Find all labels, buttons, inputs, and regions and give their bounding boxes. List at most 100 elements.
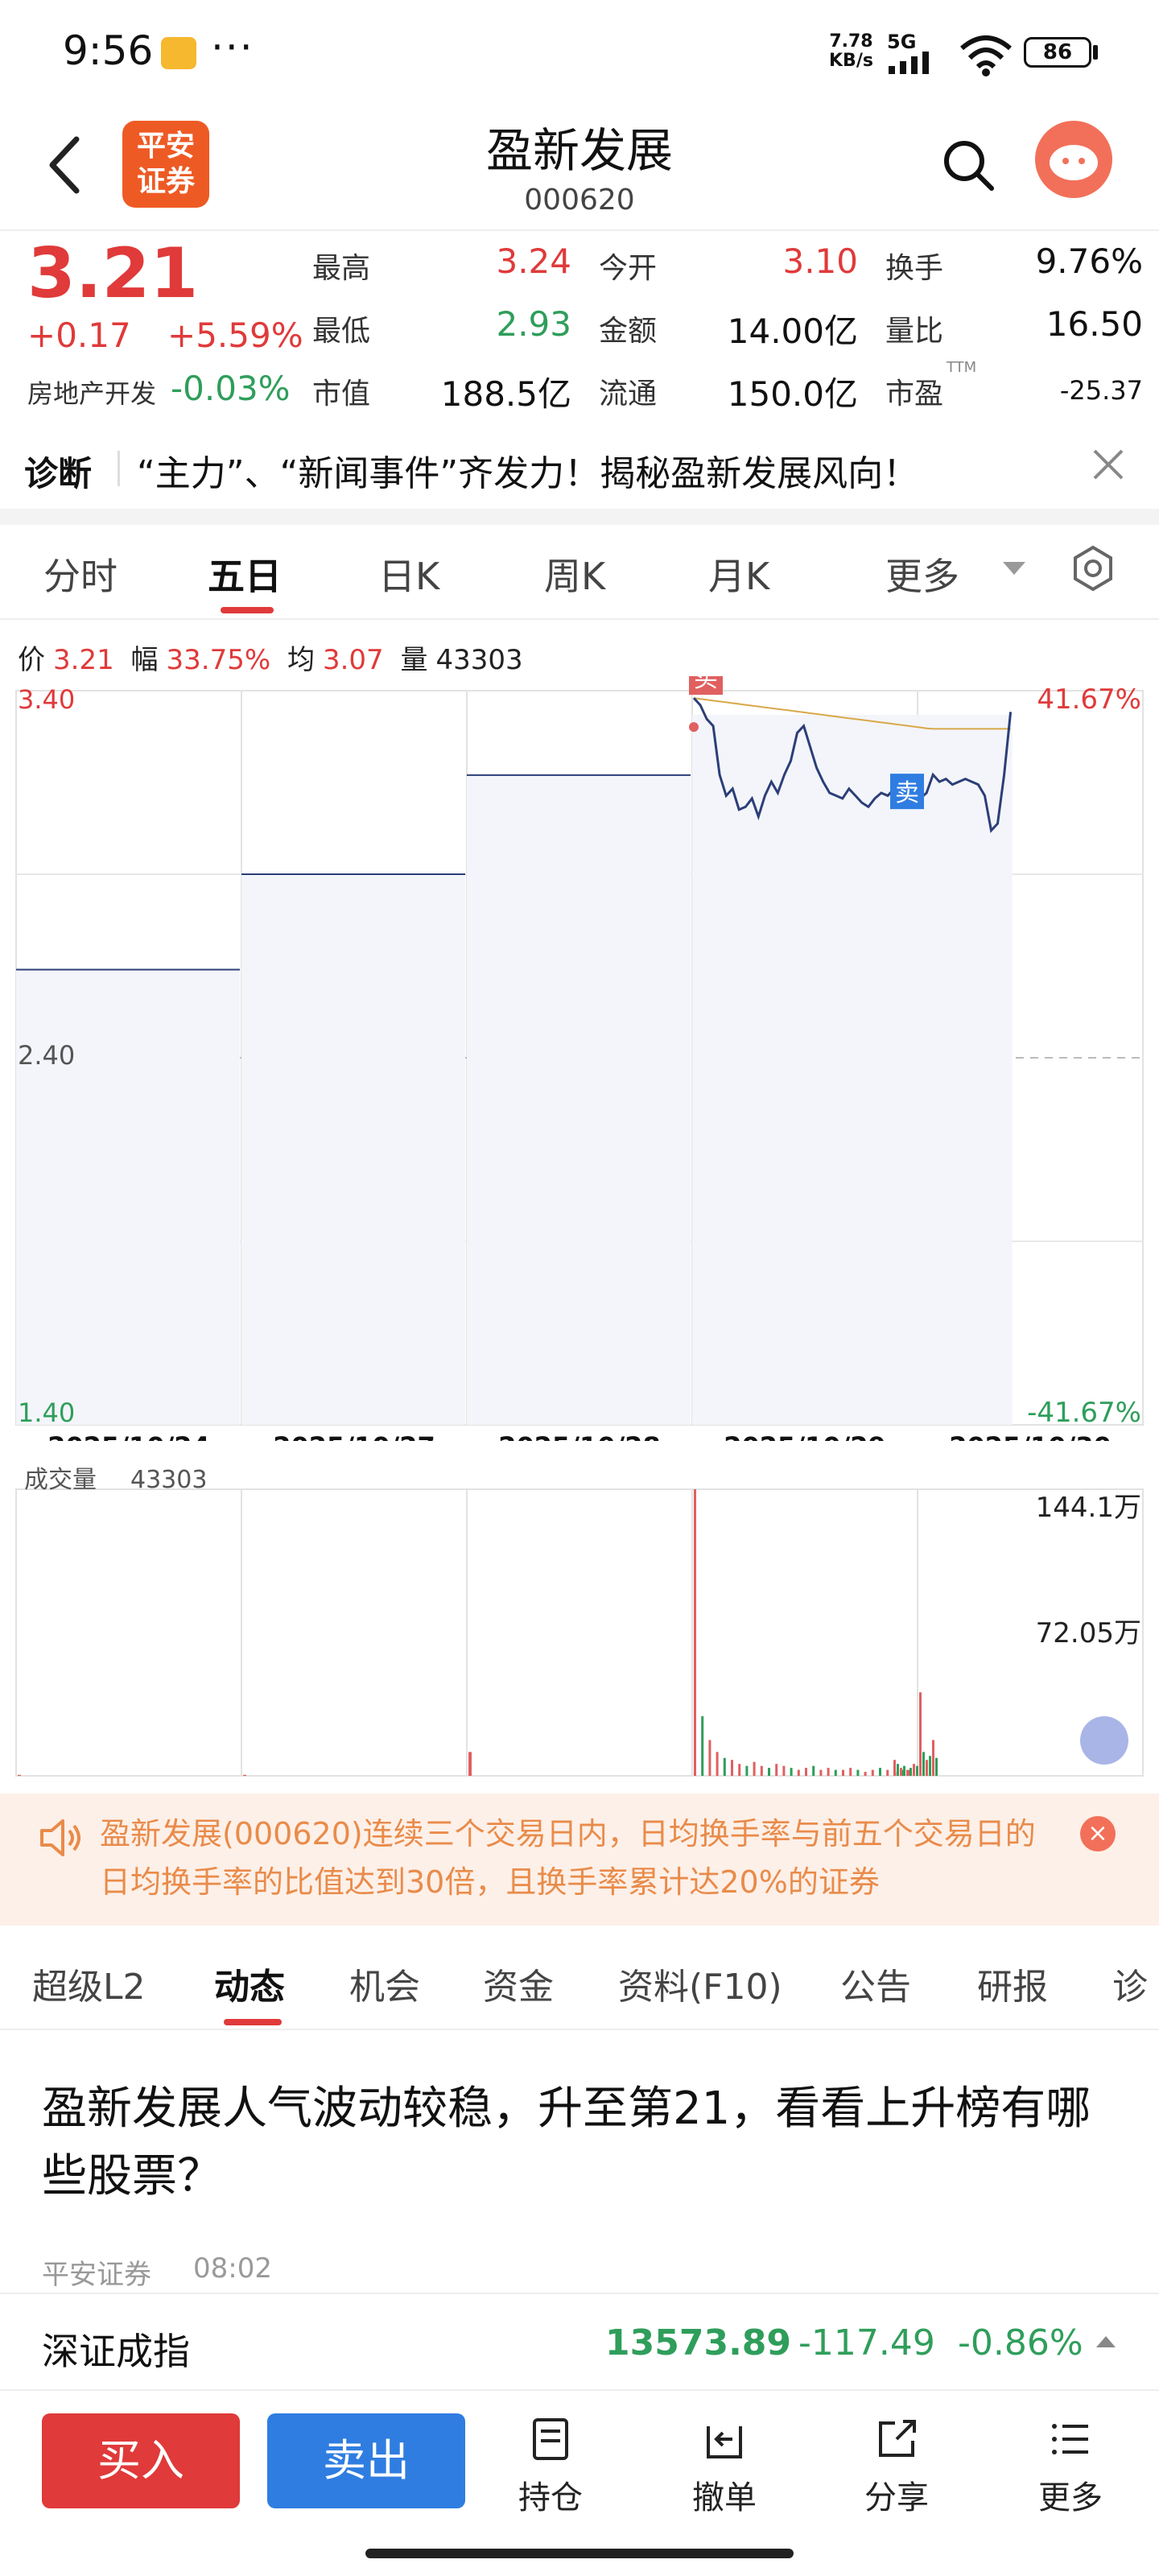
volume-bar <box>18 1774 21 1776</box>
holdings-icon <box>533 2418 568 2460</box>
info-amp: 33.75% <box>166 644 271 676</box>
area-fill-active <box>692 715 1013 1425</box>
volume-value: 43303 <box>130 1466 207 1494</box>
y-tick-label: 2.40 <box>18 1040 75 1071</box>
volume-bar <box>929 1756 931 1776</box>
pe-label: 市盈 <box>885 378 944 411</box>
index-name[interactable]: 深证成指 <box>42 2322 190 2376</box>
chevron-down-icon[interactable] <box>1003 562 1025 575</box>
x-tick-label: 2025/10/28 <box>498 1431 661 1441</box>
sell-button[interactable]: 卖出 <box>267 2413 465 2508</box>
volume-bar <box>834 1769 837 1776</box>
volume-bar <box>926 1760 928 1776</box>
volume-bar <box>886 1769 889 1776</box>
nav-more[interactable]: 更多 <box>1022 2415 1119 2520</box>
volume-bar <box>694 1489 696 1776</box>
tab-research[interactable]: 研报 <box>977 1958 1048 2009</box>
volume-bar <box>900 1768 902 1776</box>
volume-bar <box>760 1765 763 1776</box>
nav-share[interactable]: 分享 <box>848 2415 945 2520</box>
sector-label[interactable]: 房地产开发 <box>27 374 156 411</box>
battery-indicator: 86 <box>1024 37 1091 68</box>
volume-bar <box>856 1769 860 1776</box>
news-time: 08:02 <box>193 2252 272 2285</box>
info-price: 3.21 <box>53 644 114 676</box>
diagnosis-text[interactable]: “主力”、“新闻事件”齐发力！揭秘盈新发展风向！ <box>137 444 918 496</box>
tab-level2[interactable]: 超级L2 <box>32 1958 146 2009</box>
volume-bar <box>909 1768 912 1776</box>
volume-bar <box>922 1752 925 1776</box>
high-label: 最高 <box>312 252 371 285</box>
tab-monthly-k[interactable]: 月K <box>708 547 769 601</box>
area-fill <box>241 874 465 1425</box>
tab-opportunity[interactable]: 机会 <box>349 1958 420 2009</box>
volume-frame <box>15 1488 1144 1777</box>
price-change-pct: +5.59% <box>167 316 303 355</box>
info-amp-label: 幅 <box>130 644 159 676</box>
volume-bar <box>897 1764 899 1776</box>
tab-daily-k[interactable]: 日K <box>378 547 439 601</box>
turnover-label: 换手 <box>885 252 944 285</box>
alert-close-icon[interactable]: × <box>1080 1816 1116 1852</box>
tab-five-day[interactable]: 五日 <box>208 547 282 601</box>
tab-news-feed[interactable]: 动态 <box>214 1958 285 2009</box>
volume-bar <box>805 1768 807 1776</box>
assistant-avatar[interactable] <box>1035 121 1112 198</box>
volume-grid <box>15 1488 1144 1777</box>
volume-bar <box>903 1765 905 1776</box>
x-tick-label: 2025/10/24 <box>47 1431 210 1441</box>
nav-cancel-order-label: 撤单 <box>692 2479 757 2516</box>
close-icon[interactable] <box>1088 444 1128 485</box>
share-icon <box>879 2420 916 2457</box>
more-notifications-icon: ··· <box>211 24 254 71</box>
tab-more[interactable]: 更多 <box>885 547 959 601</box>
open-label: 今开 <box>599 252 658 285</box>
volume-bar <box>723 1757 726 1776</box>
tab-capital[interactable]: 资金 <box>483 1958 554 2009</box>
buy-point <box>689 722 699 733</box>
low-label: 最低 <box>312 315 371 348</box>
amount-value: 14.00亿 <box>727 312 858 351</box>
signal-icon <box>889 52 929 74</box>
current-price: 3.21 <box>27 233 199 314</box>
index-value: 13573.89 <box>605 2322 792 2363</box>
home-indicator <box>365 2549 794 2558</box>
chevron-up-icon[interactable] <box>1096 2336 1116 2347</box>
tab-f10[interactable]: 资料(F10) <box>618 1958 782 2009</box>
tab-diagnosis-partial[interactable]: 诊 <box>1112 1958 1148 2009</box>
tab-intraday[interactable]: 分时 <box>43 547 118 601</box>
tab-announcement[interactable]: 公告 <box>840 1958 911 2009</box>
volume-bar <box>701 1715 704 1776</box>
tab-weekly-k[interactable]: 周K <box>544 547 605 601</box>
index-change-pct: -0.86% <box>958 2322 1083 2363</box>
diagnosis-title: 诊断 <box>24 454 93 493</box>
volume-chart[interactable]: 成交量 43303 144.1万 72.05万 <box>0 1465 1159 1787</box>
alert-text: 盈新发展(000620)连续三个交易日内，日均换手率与前五个交易日的日均换手率的… <box>100 1816 1036 1900</box>
volume-bar <box>893 1760 896 1776</box>
volume-bar <box>906 1769 909 1776</box>
header-divider <box>0 229 1159 231</box>
gear-icon[interactable] <box>1069 544 1117 592</box>
volume-bar <box>932 1740 934 1776</box>
chart-info-line: 价 3.21 幅 33.75% 均 3.07 量 43303 <box>18 638 531 677</box>
nav-holdings[interactable]: 持仓 <box>502 2415 599 2520</box>
active-tab-underline <box>221 607 274 613</box>
volume-bar <box>935 1757 938 1776</box>
menu-icon <box>1052 2424 1088 2454</box>
amount-label: 金额 <box>599 315 658 348</box>
buy-marker-label: 买 <box>694 676 718 693</box>
volume-bar <box>468 1752 472 1776</box>
five-day-price-chart[interactable]: 买卖 3.40 2.40 1.40 41.67% -41.67% 2025/10/24 202… <box>0 676 1159 1441</box>
buy-button[interactable]: 买入 <box>42 2413 240 2508</box>
fullscreen-icon <box>1080 1716 1128 1765</box>
volume-bar <box>913 1764 915 1776</box>
volume-bar <box>768 1768 770 1776</box>
search-icon[interactable] <box>940 137 996 193</box>
pct-tick-label: -41.67% <box>1027 1397 1141 1429</box>
nav-cancel-order[interactable]: 撤单 <box>676 2415 773 2520</box>
volume-bar <box>871 1769 874 1776</box>
news-title[interactable]: 盈新发展人气波动较稳，升至第21，看看上升榜有哪些股票？ <box>42 2075 1112 2211</box>
info-avg: 3.07 <box>322 644 384 676</box>
nav-share-label: 分享 <box>864 2479 929 2516</box>
nav-more-label: 更多 <box>1038 2479 1103 2516</box>
